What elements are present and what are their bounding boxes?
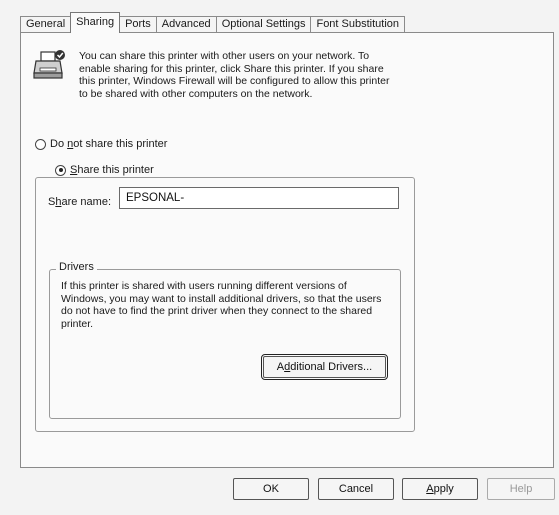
do-not-share-radio[interactable]: Do not share this printer bbox=[35, 138, 167, 150]
tab-general[interactable]: General bbox=[20, 16, 72, 33]
ok-button[interactable]: OK bbox=[233, 478, 309, 500]
tab-sharing[interactable]: Sharing bbox=[70, 12, 121, 33]
tab-advanced[interactable]: Advanced bbox=[155, 16, 217, 33]
tab-strip: General Sharing Ports Advanced Optional … bbox=[20, 12, 406, 33]
sharing-intro-text: You can share this printer with other us… bbox=[79, 50, 390, 100]
drivers-description: If this printer is shared with users run… bbox=[61, 280, 382, 330]
share-printer-radio[interactable]: Share this printer bbox=[51, 164, 158, 176]
cancel-button[interactable]: Cancel bbox=[318, 478, 394, 500]
additional-drivers-button[interactable]: Additional Drivers... bbox=[261, 354, 388, 380]
tab-font-substitution[interactable]: Font Substitution bbox=[310, 16, 406, 33]
share-name-label: Share name: bbox=[48, 196, 111, 208]
sharing-panel: You can share this printer with other us… bbox=[20, 32, 554, 468]
shared-printer-icon bbox=[33, 50, 65, 79]
drivers-legend: Drivers bbox=[56, 261, 97, 273]
radio-unselected-icon bbox=[35, 138, 46, 150]
share-name-input[interactable] bbox=[119, 187, 399, 209]
do-not-share-label: Do not share this printer bbox=[50, 138, 168, 150]
tab-optional-settings[interactable]: Optional Settings bbox=[215, 16, 312, 33]
apply-button[interactable]: Apply bbox=[402, 478, 478, 500]
tab-ports[interactable]: Ports bbox=[119, 16, 157, 33]
help-button[interactable]: Help bbox=[487, 478, 555, 500]
share-printer-label: Share this printer bbox=[70, 164, 154, 176]
radio-selected-icon bbox=[55, 164, 66, 176]
